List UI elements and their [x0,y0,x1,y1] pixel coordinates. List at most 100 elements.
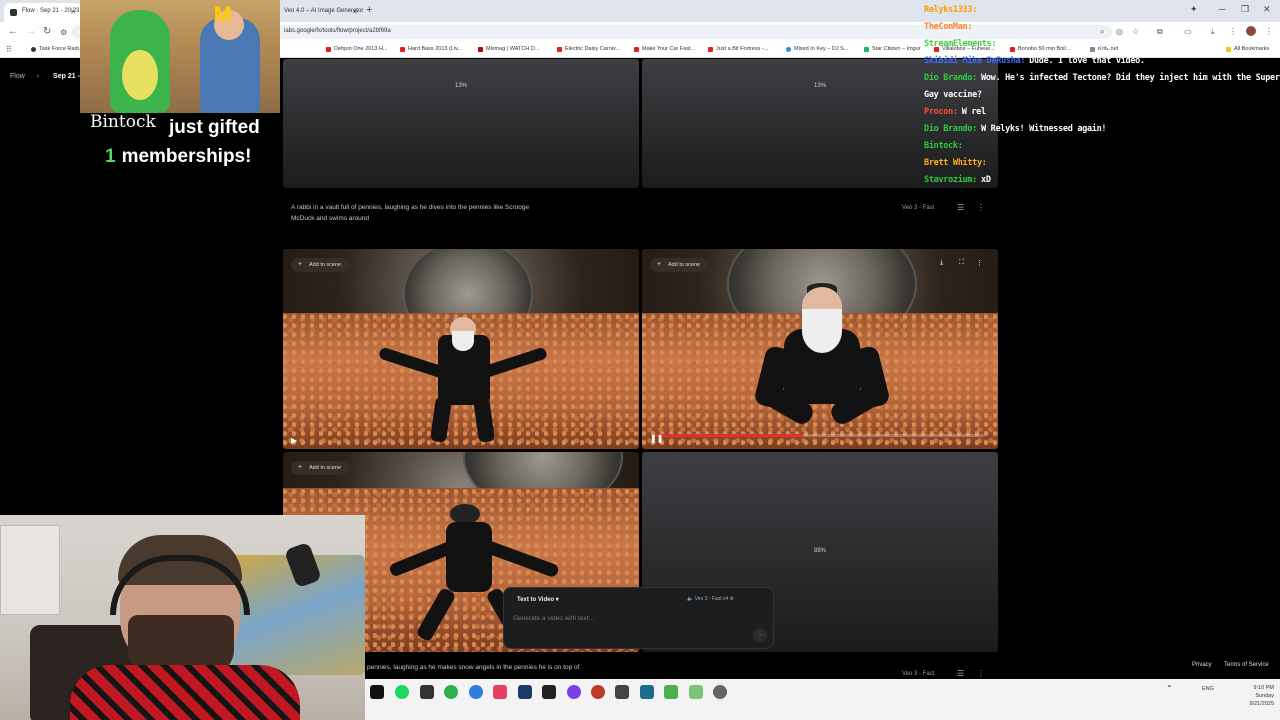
chat-username: Procon: [924,107,958,117]
chat-message: Stavrozium: xD [924,172,1280,189]
app-icon[interactable] [689,685,703,699]
privacy-link[interactable]: Privacy [1192,662,1212,668]
add-to-scene-button[interactable]: + Add to scene [650,258,709,272]
close-tab-icon[interactable]: ✕ [70,8,76,16]
chat-message: Dio Brando: W Relyks! Witnessed again! [924,121,1280,138]
generating-tile[interactable]: 13% [283,59,639,188]
language-indicator[interactable]: ENG [1202,685,1214,693]
more-options-icon[interactable]: ⋮ [977,202,985,213]
model-settings[interactable]: 🔈 Veo 3 - Fast x4 ⚙ [687,596,734,602]
close-tab-icon[interactable]: ✕ [352,8,358,16]
app-icon[interactable] [664,685,678,699]
video-tile[interactable]: + Add to scene ▶ [283,249,639,449]
mode-dropdown[interactable]: Text to Video ▾ [517,596,559,603]
add-to-scene-button[interactable]: + Add to scene [291,461,350,475]
chrome-icon[interactable] [444,685,458,699]
chat-message: StreamElements: TheConMan (TheConMan) jus… [924,36,1280,53]
bookmark-item[interactable]: Mixed In Key – DJ S... [786,46,848,52]
instagram-icon[interactable] [493,685,507,699]
mixedinkey-icon [786,47,791,52]
chat-username: TheConMan: [924,22,973,32]
prompt-input[interactable]: Generate a video with text... [513,615,594,622]
more-options-icon[interactable]: ⋮ [976,259,983,267]
add-to-scene-label: Add to scene [668,262,701,268]
youtube-icon [557,47,562,52]
progress-percent: 13% [814,83,827,89]
chat-message: Relyks1333: [924,2,1280,19]
tab-flow[interactable]: Flow · Sep 21 - 20:23 ✕ [4,3,82,22]
bookmark-item[interactable]: Task Force Radi... [31,46,83,52]
url-text: labs.google/fx/tools/flow/project/a2bf69… [284,28,391,34]
plus-icon: + [298,261,303,268]
chat-username: Stavrozium: [924,175,977,185]
chat-text: W rel [961,107,986,117]
app-icon[interactable] [591,685,605,699]
add-to-scene-label: Add to scene [309,262,342,268]
bookmark-item[interactable]: Star Citizen – Imgur [864,46,921,52]
bookmark-item[interactable]: Make Your Car Fast... [634,46,695,52]
send-arrow-icon[interactable]: → [753,628,767,642]
add-to-scene-button[interactable]: + Add to scene [291,258,350,272]
bookmark-favicon-icon [31,47,36,52]
video-progress-fill [654,434,803,437]
edge-icon[interactable] [469,685,483,699]
bookmark-item[interactable]: Just a Bit Fortress -... [708,46,768,52]
reload-icon[interactable]: ↻ [43,26,51,37]
obs-icon[interactable] [567,685,581,699]
reuse-prompt-icon[interactable]: ☰ [957,668,964,679]
rabbi-figure [752,277,892,447]
back-icon[interactable]: ← [8,26,18,37]
youtube-icon [634,47,639,52]
app-icon[interactable] [615,685,629,699]
clock[interactable]: 9:10 PM Sunday 9/21/2025 [1214,684,1274,708]
terms-link[interactable]: Terms of Service [1224,662,1269,668]
progress-percent: 13% [455,83,468,89]
imgur-icon [864,47,869,52]
download-icon[interactable]: ⤓ [940,259,943,267]
pause-icon[interactable]: ❚❚ [650,434,663,443]
steam-icon[interactable] [370,685,384,699]
app-icon[interactable] [640,685,654,699]
rabbi-figure [377,317,549,443]
streamer-shirt-image [70,665,300,720]
gift-count: 1 [105,146,116,167]
breadcrumb-root[interactable]: Flow [10,73,25,80]
tab-veo[interactable]: Veo 4.0 – AI Image Generator ✕ [280,3,364,22]
spotify-icon[interactable] [395,685,409,699]
prompt-text: A rabbi in a vault full of pennies, laug… [291,204,530,222]
chat-text: Dude. I love that video. [1029,56,1145,66]
more-options-icon[interactable]: ⋮ [977,668,985,679]
app-icon[interactable] [542,685,556,699]
youtube-icon [400,47,405,52]
app-icon[interactable] [518,685,532,699]
bookmark-item[interactable]: Defqon One 2013 H... [326,46,388,52]
app-icon[interactable] [420,685,434,699]
new-tab-icon[interactable]: + [366,4,372,16]
chat-text: Wow. He's infected Tectone? Did they inj… [924,73,1280,100]
youtube-icon [708,47,713,52]
webcam-feed [0,515,365,720]
reuse-prompt-icon[interactable]: ☰ [957,202,964,213]
forward-icon[interactable]: → [26,26,36,37]
chat-message: Skibidi Mike DeRusha: Dude. I love that v… [924,53,1280,70]
settings-icon[interactable] [713,685,727,699]
bookmark-item[interactable]: Electric Daisy Carniv... [557,46,620,52]
chat-message: TheConMan: [924,19,1280,36]
tray-chevron-icon[interactable]: ⌃ [1166,685,1173,693]
play-icon[interactable]: ▶ [291,436,297,445]
prompt-text: pennies, laughing as he makes snow angel… [367,664,580,671]
progress-percent: 88% [814,548,827,554]
clock-time: 9:10 PM [1253,685,1274,691]
chat-username: StreamElements: [924,39,997,49]
gift-line2: 1 memberships! [105,146,251,168]
mcdonalds-logo-icon: M [213,2,232,27]
video-tile[interactable]: + Add to scene ⤓ ⛶ ⋮ ❚❚ [642,249,998,449]
chat-username: Brett Whitty: [924,158,987,168]
site-info-icon[interactable]: ⚙ [60,28,67,37]
chat-text: xD [981,175,991,185]
chevron-down-icon: ▾ [555,597,559,603]
fullscreen-icon[interactable]: ⛶ [959,259,964,267]
bookmark-item[interactable]: Mixmag | WATCH D... [478,46,539,52]
bookmark-item[interactable]: Hard Bass 2013 (Liv... [400,46,462,52]
apps-icon[interactable]: ⠿ [6,45,12,54]
